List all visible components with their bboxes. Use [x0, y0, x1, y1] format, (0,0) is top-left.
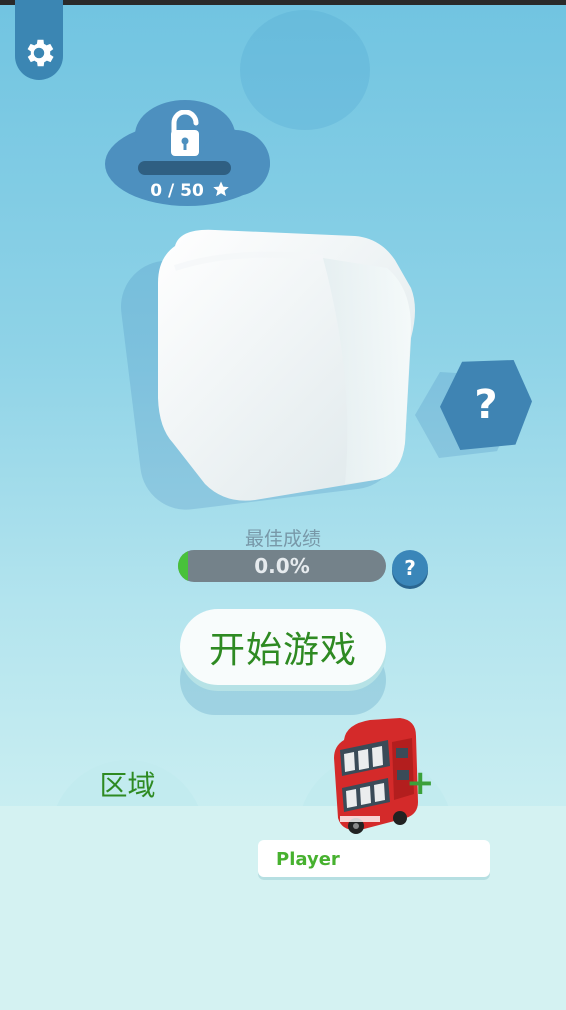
best-score-percent: 0.0% [254, 554, 310, 578]
player-name-input[interactable]: Player [258, 840, 490, 880]
game-screen: 0 / 50 ? 最佳成绩 0.0% ? 开始游戏 区域 + Player [0, 0, 566, 1010]
star-icon [213, 181, 229, 197]
best-score-help-button[interactable]: ? [392, 550, 428, 586]
plus-icon: + [406, 763, 435, 803]
best-score-label: 最佳成绩 [244, 528, 321, 550]
add-vehicle-button[interactable]: + [406, 766, 435, 800]
lock-icon [171, 110, 199, 156]
bottom-panel [0, 806, 566, 1010]
region-label[interactable]: 区域 [50, 764, 205, 804]
best-score-progress-bar: 0.0% [178, 550, 386, 582]
gear-icon [27, 39, 54, 67]
mystery-cube[interactable] [155, 228, 417, 503]
top-bar [0, 0, 566, 5]
star-progress-text: 0 / 50 [150, 181, 204, 201]
unlock-progress-badge[interactable]: 0 / 50 [105, 100, 270, 206]
start-game-button[interactable]: 开始游戏 [180, 609, 386, 685]
settings-button[interactable] [15, 0, 63, 80]
star-progress: 0 / 50 [145, 180, 235, 201]
unlock-progress-bar [138, 161, 231, 175]
